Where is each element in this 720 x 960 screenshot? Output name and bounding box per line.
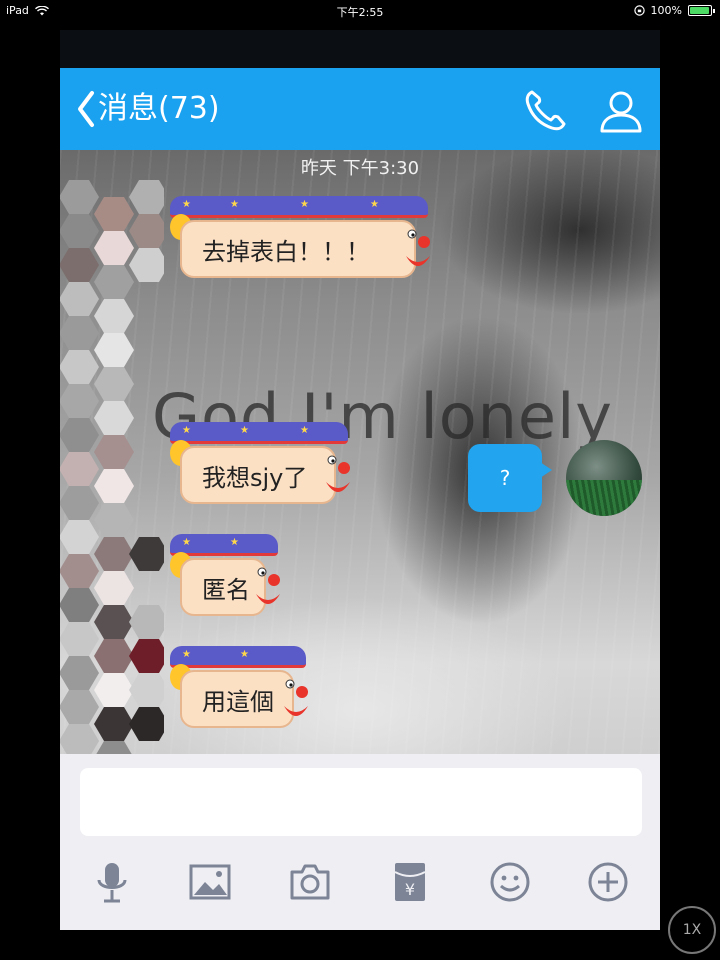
- avatar-grass: [566, 480, 642, 516]
- message-bubble[interactable]: ★ ★ ★ ★ 去掉表白！！！: [170, 196, 442, 284]
- clown-face-icon: [406, 229, 430, 266]
- status-time: 下午2:55: [336, 6, 384, 19]
- sent-message-bubble[interactable]: ?: [468, 444, 552, 512]
- message-bubble[interactable]: ★ ★ 用這個: [170, 646, 320, 734]
- red-packet-button[interactable]: ¥: [388, 860, 432, 904]
- back-label: 消息(73): [98, 91, 220, 126]
- emoji-button[interactable]: [488, 860, 532, 904]
- microphone-icon: [97, 863, 127, 903]
- orientation-lock-icon: [633, 5, 645, 16]
- battery-percent: 100%: [650, 4, 682, 17]
- status-bar: iPad 下午2:55 100%: [0, 0, 720, 22]
- status-right: 100%: [633, 4, 715, 17]
- clown-hat: ★ ★: [170, 646, 306, 668]
- phone-icon[interactable]: [520, 86, 570, 136]
- chevron-left-icon: [78, 91, 94, 127]
- chat-app: 消息(73) God I'm lonely 昨天 下午3:30 ★ ★ ★ ★ …: [60, 30, 660, 930]
- camera-button[interactable]: [288, 860, 332, 904]
- red-packet-icon: ¥: [394, 863, 426, 901]
- clown-hat: ★ ★ ★: [170, 422, 348, 444]
- censored-contact-avatar[interactable]: [60, 180, 164, 754]
- message-input[interactable]: [80, 768, 642, 836]
- message-text: 用這個: [180, 670, 294, 728]
- message-bubble[interactable]: ★ ★ 匿名: [170, 534, 292, 622]
- microphone-button[interactable]: [90, 860, 134, 904]
- clown-face-icon: [326, 455, 350, 492]
- chat-area[interactable]: God I'm lonely 昨天 下午3:30 ★ ★ ★ ★ 去掉表白！！！…: [60, 150, 660, 754]
- message-timestamp: 昨天 下午3:30: [300, 158, 420, 179]
- clown-face-icon: [284, 679, 308, 716]
- battery-icon: [688, 5, 715, 16]
- emoji-icon: [490, 862, 530, 902]
- clown-hat: ★ ★ ★ ★: [170, 196, 428, 218]
- top-dark-band: [60, 30, 660, 68]
- input-bar: ¥: [60, 754, 660, 930]
- clown-face-icon: [256, 567, 280, 604]
- image-button[interactable]: [188, 860, 232, 904]
- back-button[interactable]: 消息(73): [76, 90, 220, 128]
- message-bubble[interactable]: ★ ★ ★ 我想sjy了: [170, 422, 362, 510]
- message-text: 去掉表白！！！: [180, 220, 416, 278]
- user-profile-icon[interactable]: [596, 86, 646, 136]
- message-text: 我想sjy了: [180, 446, 336, 504]
- plus-button[interactable]: [586, 860, 630, 904]
- nav-bar: 消息(73): [60, 68, 660, 150]
- camera-icon: [290, 864, 330, 900]
- playback-speed-button[interactable]: 1X: [668, 906, 716, 954]
- plus-icon: [588, 862, 628, 902]
- svg-text:¥: ¥: [405, 880, 415, 899]
- image-icon: [189, 864, 231, 900]
- my-avatar[interactable]: [566, 440, 642, 516]
